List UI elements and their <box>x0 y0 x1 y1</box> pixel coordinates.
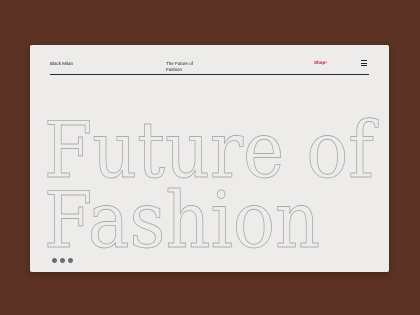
hero-line-2: Fashion <box>44 176 320 266</box>
social-icon-1[interactable] <box>52 258 57 263</box>
hero-heading: Future of Fashion <box>44 106 379 267</box>
social-icon-2[interactable] <box>60 258 65 263</box>
social-links <box>52 258 73 263</box>
social-icon-3[interactable] <box>68 258 73 263</box>
browser-window: Black Milan The Future of Fashion Shop● … <box>30 45 389 272</box>
